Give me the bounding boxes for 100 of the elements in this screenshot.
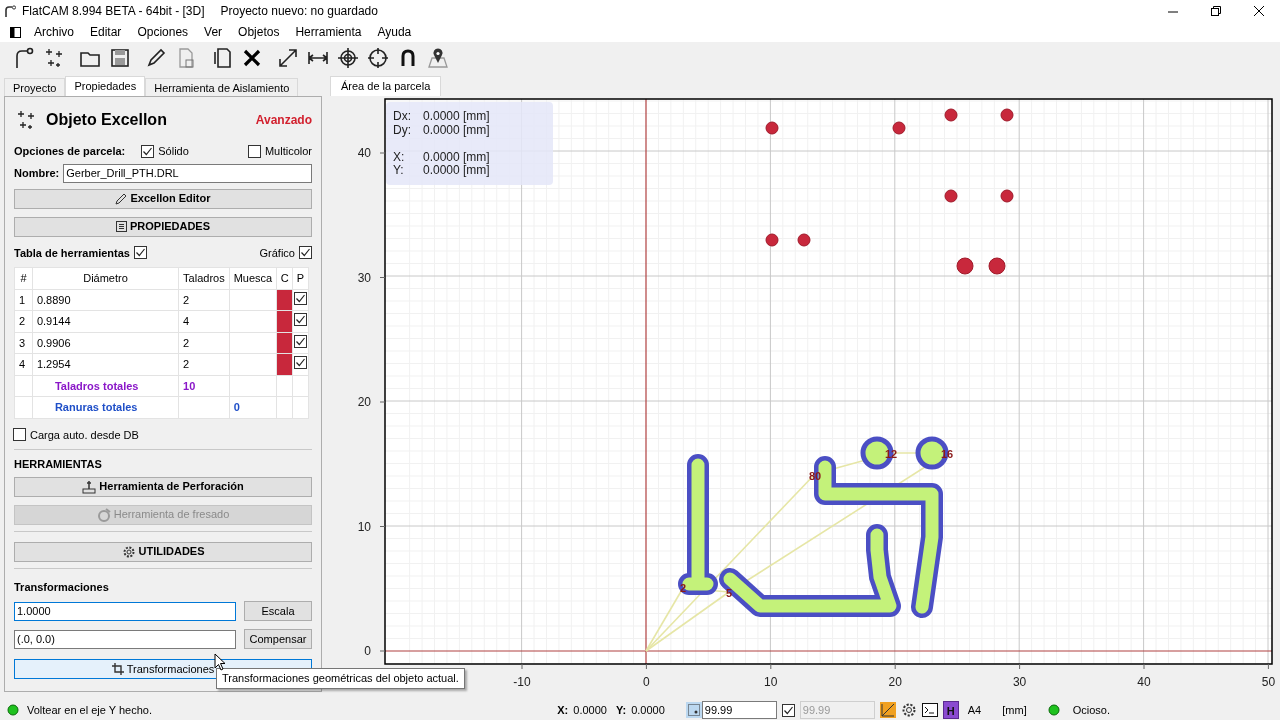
tab[interactable]: Propiedades [65, 76, 146, 96]
table-cell: 1 [14, 289, 33, 311]
menu-item[interactable]: Ver [204, 23, 223, 41]
restore-icon[interactable] [1211, 6, 1221, 16]
menu-item[interactable]: Ayuda [377, 23, 412, 41]
tab[interactable]: Proyecto [4, 78, 66, 96]
checkbox[interactable] [294, 291, 307, 305]
crop-icon [111, 663, 124, 675]
menu-item[interactable]: Herramienta [295, 23, 362, 41]
page-size-label[interactable]: A4 [967, 701, 982, 719]
expand-icon[interactable] [276, 46, 300, 70]
readout-label: Dy: [393, 123, 411, 137]
app-logo-icon [4, 5, 16, 17]
button[interactable]: Excellon Editor [14, 188, 312, 209]
drill-hole [892, 121, 906, 135]
checkbox[interactable] [247, 144, 261, 158]
column-header: Taladros [178, 267, 230, 289]
status-message: Voltear en el eje Y hecho. [27, 702, 152, 718]
hud-button[interactable]: H [942, 701, 959, 719]
checkbox[interactable] [299, 246, 312, 260]
coordinate-label: X: [557, 702, 569, 718]
map-pin-icon[interactable] [426, 46, 450, 70]
gear-icon [121, 544, 136, 559]
drill-hole [797, 233, 811, 247]
table-cell: 3 [14, 332, 33, 354]
button[interactable]: Compensar [244, 629, 312, 649]
axis-label: 40 [1137, 675, 1151, 689]
table-cell: 2 [178, 353, 230, 375]
panel-toggle-icon[interactable] [10, 26, 21, 38]
checkbox-label: Gráfico [259, 245, 295, 261]
axis-label: 30 [1012, 675, 1027, 689]
total-label: Taladros totales [32, 375, 179, 397]
checkbox[interactable] [294, 334, 307, 348]
menu-item[interactable]: Editar [90, 23, 122, 41]
table-cell: 0.8890 [32, 289, 179, 311]
checkbox[interactable] [781, 703, 795, 717]
axis-label: 20 [888, 675, 902, 689]
table-cell: 0.9906 [32, 332, 179, 354]
axis-label: 10 [764, 675, 778, 689]
total-value: 0 [229, 396, 277, 418]
axis-label: 20 [357, 395, 371, 409]
drill-hole [765, 233, 779, 247]
total-label: Ranuras totales [32, 396, 179, 418]
table-cell: 4 [178, 310, 230, 332]
button[interactable]: Herramienta de Perforación [14, 476, 312, 497]
units-label[interactable]: [mm] [1002, 701, 1027, 719]
menu-item[interactable]: Archivo [34, 23, 74, 41]
table-cell: 0.9144 [32, 310, 179, 332]
section-label: Tabla de herramientas [14, 245, 130, 261]
button[interactable]: PROPIEDADES [14, 216, 312, 237]
drill-hole [944, 108, 958, 122]
button[interactable]: Escala [244, 601, 312, 621]
save-icon[interactable] [108, 46, 132, 70]
field-label: Nombre: [14, 165, 60, 181]
column-header: Muesca [229, 267, 277, 289]
crosshair-icon[interactable] [366, 46, 390, 70]
pencil-icon [115, 192, 128, 205]
drill-hole [956, 257, 974, 275]
mode-label[interactable]: Avanzado [255, 111, 312, 129]
grid-x-field[interactable]: 99.99 [701, 701, 777, 719]
name-field[interactable]: Gerber_Drill_PTH.DRL [63, 163, 312, 183]
coordinate-value: 0.0000 [573, 702, 607, 718]
drill-hole [1000, 108, 1014, 122]
checkbox-label: Carga auto. desde DB [30, 427, 139, 443]
drill-label: 2 [679, 582, 687, 594]
terminal-icon[interactable] [921, 703, 938, 717]
axis-label: 40 [357, 146, 371, 160]
checkbox[interactable] [141, 144, 155, 158]
gear-icon[interactable] [900, 702, 917, 718]
axis-label: -10 [513, 675, 531, 689]
drill-hole [988, 257, 1006, 275]
readout-label: Dx: [393, 109, 411, 123]
input-field[interactable]: (.0, 0.0) [14, 629, 236, 649]
checkbox[interactable] [13, 428, 26, 442]
menu-item[interactable]: Opciones [137, 23, 189, 41]
axis-icon[interactable] [879, 702, 896, 718]
checkbox[interactable] [294, 356, 307, 369]
grid-snap-icon[interactable] [685, 702, 702, 718]
checkbox-label: Multicolor [264, 144, 312, 159]
drill-icon [82, 479, 97, 494]
readout-value: 0.0000 [mm] [423, 123, 490, 137]
coordinate-value: 0.0000 [631, 702, 665, 718]
table-cell: 2 [14, 310, 33, 332]
tooltip: Transformaciones geométricas del objeto actual. [216, 668, 465, 689]
input-field[interactable]: 1.0000 [14, 601, 236, 621]
close-icon[interactable] [1254, 6, 1264, 16]
axis-label: 10 [357, 519, 371, 534]
mill-icon [96, 507, 111, 522]
target-icon[interactable] [336, 46, 360, 70]
readout-value: 0.0000 [mm] [423, 163, 490, 177]
checkbox[interactable] [133, 246, 147, 260]
section-heading: HERRAMIENTAS [14, 457, 103, 472]
tab[interactable]: Herramienta de Aislamiento [145, 78, 299, 96]
column-header: # [14, 267, 33, 289]
menu-item[interactable]: Objetos [238, 23, 280, 41]
total-value: 10 [178, 375, 230, 397]
readout-value: 0.0000 [mm] [423, 150, 490, 164]
button[interactable]: UTILIDADES [14, 541, 312, 562]
tab[interactable]: Área de la parcela [330, 76, 442, 96]
checkbox[interactable] [294, 313, 307, 326]
